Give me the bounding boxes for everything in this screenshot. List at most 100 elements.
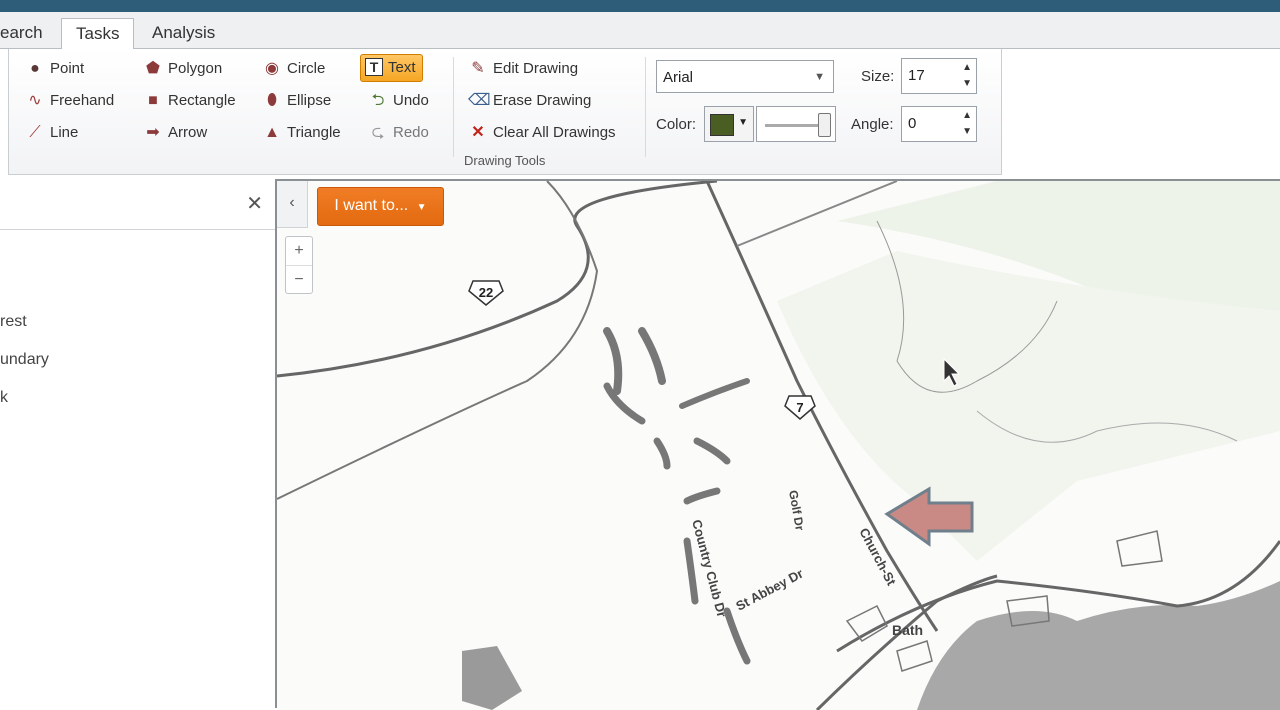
- slider-thumb[interactable]: [818, 113, 831, 137]
- zoom-control: + −: [285, 236, 313, 294]
- ellipse-icon: ⬮: [266, 92, 278, 109]
- route-22-shield: 22: [468, 280, 504, 306]
- spin-up-icon[interactable]: ▲: [962, 109, 972, 123]
- tool-label: Arrow: [168, 124, 208, 141]
- water-body: [462, 646, 522, 710]
- i-want-to-button[interactable]: I want to... ▼: [317, 187, 444, 226]
- divider: [453, 57, 454, 157]
- redo-icon: ⮎: [371, 124, 385, 141]
- angle-label: Angle:: [851, 116, 894, 133]
- triangle-icon: ▲: [264, 124, 280, 141]
- polygon-tool[interactable]: ⬟ Polygon: [143, 56, 222, 82]
- fairway: [693, 437, 731, 465]
- erase-drawing-button[interactable]: ⌫ Erase Drawing: [468, 88, 591, 114]
- zoom-out-button[interactable]: −: [286, 266, 312, 294]
- circle-tool[interactable]: ◉ Circle: [262, 56, 325, 82]
- tool-label: Freehand: [50, 92, 115, 109]
- tool-label: Redo: [393, 124, 429, 141]
- chevron-down-icon: ▼: [738, 117, 748, 128]
- chevron-down-icon: ▼: [814, 71, 825, 83]
- line-icon: ⟋: [29, 124, 41, 141]
- arrow-icon: ➡: [146, 124, 160, 141]
- eraser-icon: ⌫: [468, 92, 491, 109]
- tool-label: Circle: [287, 60, 326, 77]
- tool-label: Line: [50, 124, 79, 141]
- angle-value: 0: [908, 115, 917, 132]
- tool-label: Text: [388, 59, 416, 76]
- zoom-in-button[interactable]: +: [286, 237, 312, 266]
- chevron-down-icon: ▼: [416, 202, 427, 213]
- line-tool[interactable]: ⟋ Line: [25, 120, 78, 146]
- angle-stepper[interactable]: 0 ▲ ▼: [901, 106, 977, 142]
- tab-tasks[interactable]: Tasks: [61, 18, 135, 50]
- street-label-golf: Golf Dr: [786, 489, 807, 532]
- layer-item[interactable]: rest: [0, 313, 27, 331]
- undo-icon: ⮌: [371, 92, 385, 109]
- color-picker[interactable]: ▼: [704, 106, 754, 142]
- tab-analysis[interactable]: Analysis: [138, 18, 229, 48]
- redo-button[interactable]: ⮎ Redo: [368, 120, 429, 146]
- tool-label: Ellipse: [287, 92, 332, 109]
- clear-icon: ✕: [471, 124, 485, 141]
- rectangle-icon: ■: [148, 92, 158, 109]
- ellipse-tool[interactable]: ⬮ Ellipse: [262, 88, 331, 114]
- spin-down-icon[interactable]: ▼: [962, 125, 972, 139]
- arrow-tool[interactable]: ➡ Arrow: [143, 120, 207, 146]
- freehand-icon: ∿: [28, 92, 42, 109]
- layer-item[interactable]: k: [0, 389, 8, 407]
- map-view[interactable]: 22 7 Church-St Country Club Dr St Abbey …: [277, 179, 1280, 710]
- circle-icon: ◉: [265, 60, 279, 77]
- opacity-slider[interactable]: [756, 106, 836, 142]
- drawing-tools-label: Drawing Tools: [464, 153, 546, 168]
- ribbon: ● Point ∿ Freehand ⟋ Line ⬟ Polygon ■ Rectang…: [0, 49, 1280, 177]
- chevron-left-icon: ‹: [289, 194, 295, 211]
- street-label-abbey: St Abbey Dr: [733, 566, 805, 614]
- point-tool[interactable]: ● Point: [25, 56, 84, 82]
- font-select[interactable]: Arial ▼: [656, 60, 834, 93]
- tool-label: Point: [50, 60, 85, 77]
- town-label-bath: Bath: [892, 622, 923, 638]
- spin-down-icon[interactable]: ▼: [962, 77, 972, 91]
- fairway: [683, 537, 699, 605]
- fairway: [653, 437, 671, 470]
- font-value: Arial: [663, 69, 694, 86]
- water-body: [917, 581, 1280, 710]
- undo-button[interactable]: ⮌ Undo: [368, 88, 429, 114]
- layer-item[interactable]: undary: [0, 351, 49, 369]
- layers-panel: ✕ rest undary k: [0, 179, 277, 708]
- tab-search[interactable]: earch: [0, 18, 57, 48]
- fairway: [638, 327, 666, 385]
- tool-label: Undo: [393, 92, 429, 109]
- text-icon: T: [365, 58, 383, 76]
- fairway: [679, 378, 750, 409]
- collapse-panel-button[interactable]: ‹: [277, 181, 308, 228]
- point-icon: ●: [30, 60, 40, 77]
- road: [277, 181, 599, 500]
- rectangle-tool[interactable]: ■ Rectangle: [143, 88, 236, 114]
- fairway: [603, 327, 623, 395]
- ribbon-tabs: earch Tasks Analysis: [0, 12, 1280, 50]
- size-value: 17: [908, 67, 925, 84]
- size-stepper[interactable]: 17 ▲ ▼: [901, 58, 977, 94]
- title-bar: [0, 0, 1280, 12]
- drawing-tools-group: ● Point ∿ Freehand ⟋ Line ⬟ Polygon ■ Rectang…: [8, 49, 1002, 175]
- size-label: Size:: [861, 68, 895, 85]
- clear-all-drawings-button[interactable]: ✕ Clear All Drawings: [468, 120, 615, 146]
- fairway: [683, 487, 721, 505]
- map-canvas: 22 7 Church-St Country Club Dr St Abbey …: [277, 181, 1280, 710]
- tool-label: Triangle: [287, 124, 341, 141]
- route-22-label: 22: [479, 285, 493, 300]
- color-swatch: [710, 114, 734, 136]
- spin-up-icon[interactable]: ▲: [962, 61, 972, 75]
- tool-label: Polygon: [168, 60, 223, 77]
- edit-drawing-button[interactable]: ✎ Edit Drawing: [468, 56, 578, 82]
- divider: [645, 57, 646, 157]
- freehand-tool[interactable]: ∿ Freehand: [25, 88, 114, 114]
- slider-track: [765, 124, 819, 127]
- close-icon[interactable]: ✕: [246, 191, 263, 216]
- triangle-tool[interactable]: ▲ Triangle: [262, 120, 341, 146]
- route-7-shield: 7: [784, 395, 816, 420]
- text-tool[interactable]: T Text: [360, 54, 423, 82]
- polygon-icon: ⬟: [146, 60, 160, 77]
- tool-label: Rectangle: [168, 92, 236, 109]
